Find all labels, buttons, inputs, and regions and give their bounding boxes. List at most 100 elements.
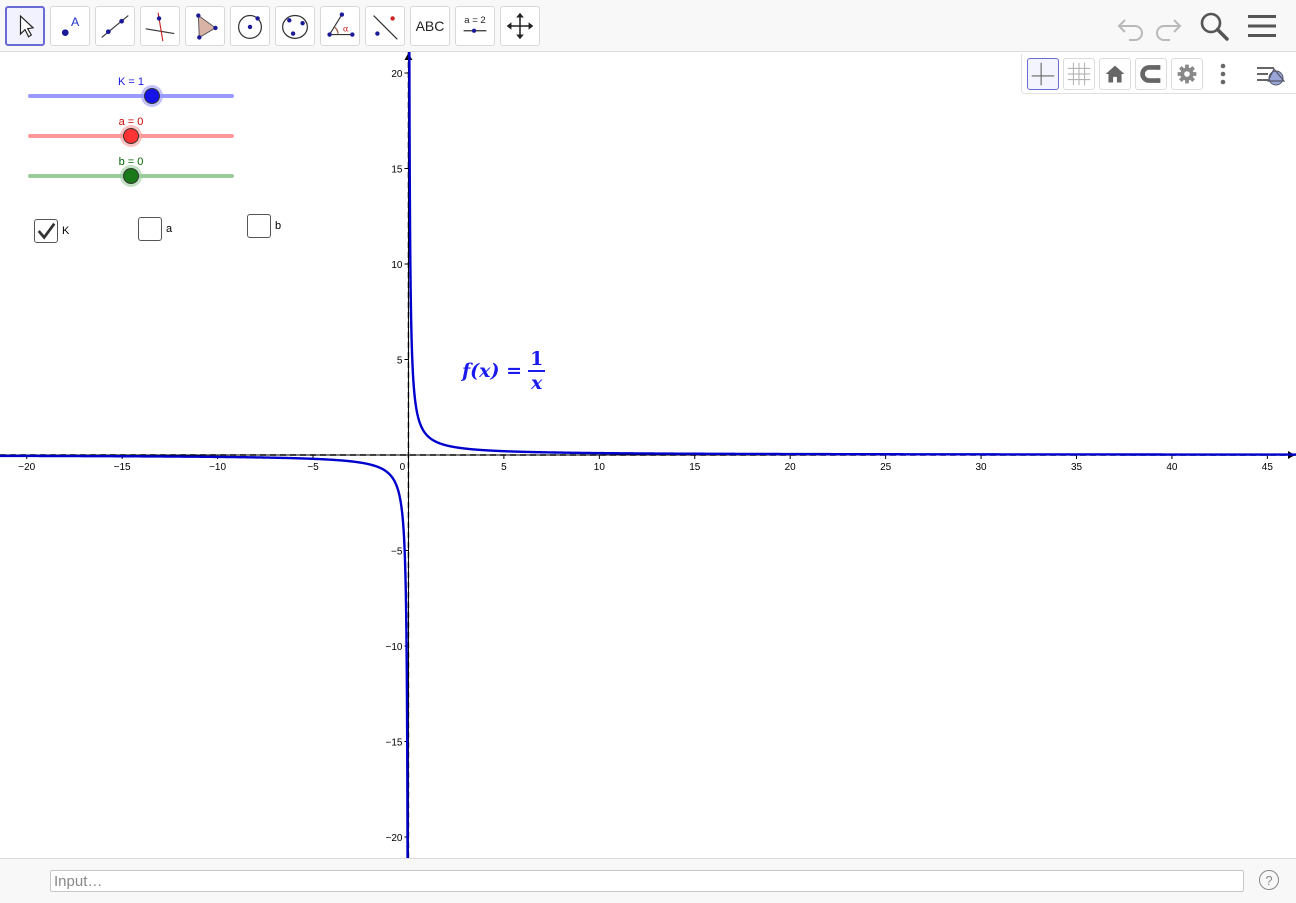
- x-tick-label: 45: [1262, 462, 1274, 473]
- magnet-icon: [1140, 65, 1161, 83]
- formula-denominator: x: [528, 370, 546, 394]
- slider-k-label: K = 1: [118, 76, 144, 88]
- angle-tool-button[interactable]: α: [320, 6, 360, 46]
- x-tick-label: 25: [880, 462, 892, 473]
- more-options-button[interactable]: [1207, 58, 1239, 90]
- text-tool-label: ABC: [415, 18, 445, 34]
- x-tick-label: 20: [785, 462, 797, 473]
- x-tick-label: −15: [114, 462, 131, 473]
- formula-fraction: 1 x: [528, 348, 546, 394]
- input-help-button[interactable]: ?: [1259, 870, 1279, 890]
- input-bar: ?: [0, 858, 1296, 903]
- x-tick-label: 0: [400, 462, 406, 473]
- arrow-cursor-icon: [19, 14, 35, 38]
- polygon-icon: [196, 13, 218, 40]
- graphics-style-bar: [1021, 54, 1296, 94]
- slider-k-track[interactable]: [28, 94, 234, 98]
- checkbox-k[interactable]: K: [34, 219, 69, 243]
- algebra-input-field[interactable]: [50, 870, 1244, 892]
- redo-button[interactable]: [1150, 8, 1186, 44]
- checkbox-b[interactable]: b: [247, 214, 281, 238]
- checkbox-a-label: a: [166, 223, 173, 235]
- search-button[interactable]: [1196, 8, 1232, 44]
- conic-tool-button[interactable]: [275, 6, 315, 46]
- angle-tool-glyph: α: [343, 25, 349, 35]
- checkbox-b-box[interactable]: [247, 214, 271, 238]
- toggle-axes-button[interactable]: [1027, 58, 1059, 90]
- settings-button[interactable]: [1171, 58, 1203, 90]
- x-tick-label: −10: [209, 462, 226, 473]
- standard-view-button[interactable]: [1099, 58, 1131, 90]
- style-toggle-icon: [1257, 67, 1286, 86]
- slider-k-knob[interactable]: [143, 88, 160, 104]
- grid-icon: [1067, 62, 1091, 86]
- undo-icon: [1117, 19, 1143, 41]
- ellipse-icon: [282, 14, 308, 39]
- point-icon: A: [61, 15, 80, 36]
- search-icon: [1200, 12, 1229, 41]
- point-tool-button[interactable]: A: [50, 6, 90, 46]
- x-tick-label: 30: [976, 462, 988, 473]
- main-toolbar: A α ABC a = 2: [0, 0, 1296, 52]
- slider-a[interactable]: a = 0: [28, 116, 234, 156]
- slider-k[interactable]: K = 1: [28, 76, 234, 116]
- x-tick-label: −5: [307, 462, 319, 473]
- graphics-view[interactable]: −20 −15 −10 −5 0 5 10 15 20 25 30 35 40 45 −20 −15 −10 −5…: [0, 52, 1296, 858]
- slider-b[interactable]: b = 0: [28, 156, 234, 196]
- formula-lhs: f(x) =: [462, 360, 523, 382]
- home-icon: [1105, 65, 1125, 83]
- slider-icon: a = 2: [463, 15, 487, 33]
- main-menu-button[interactable]: [1244, 8, 1280, 44]
- angle-icon: α: [327, 12, 355, 37]
- formula-numerator: 1: [530, 348, 544, 370]
- checkbox-k-box[interactable]: [34, 219, 58, 243]
- y-tick-label: 15: [391, 165, 403, 176]
- menu-icon: [1248, 15, 1276, 37]
- slider-b-knob[interactable]: [123, 168, 139, 184]
- x-tick-label: 5: [501, 462, 507, 473]
- checkbox-a[interactable]: a: [138, 217, 172, 241]
- curve-branch-negative: [0, 454, 409, 858]
- curve-branch-positive: [408, 52, 1296, 456]
- y-tick-label: 10: [391, 260, 403, 271]
- y-tick-label: −10: [385, 642, 402, 653]
- axes-icon: [1031, 62, 1055, 86]
- text-tool-button[interactable]: ABC: [410, 6, 450, 46]
- circle-center-point-tool-button[interactable]: [230, 6, 270, 46]
- move-arrows-icon: [506, 12, 534, 40]
- move-graphics-view-tool-button[interactable]: [500, 6, 540, 46]
- point-tool-glyph: A: [71, 15, 80, 29]
- y-tick-label: 5: [397, 356, 403, 367]
- undo-button[interactable]: [1113, 8, 1149, 44]
- checkbox-k-label: K: [62, 225, 70, 237]
- style-bar-toggle-button[interactable]: [1254, 58, 1290, 90]
- y-tick-label: −5: [391, 546, 403, 557]
- x-tick-label: 15: [689, 462, 701, 473]
- move-tool-button[interactable]: [5, 6, 45, 46]
- reflect-icon: [373, 15, 398, 40]
- slider-a-knob[interactable]: [123, 128, 139, 144]
- checkmark-icon: [37, 222, 56, 240]
- y-tick-label: −15: [385, 737, 402, 748]
- perpendicular-icon: [145, 12, 175, 42]
- slider-tool-label: a = 2: [464, 15, 485, 26]
- slider-tool-button[interactable]: a = 2: [455, 6, 495, 46]
- x-tick-label: 35: [1071, 462, 1083, 473]
- x-tick-label: 10: [594, 462, 606, 473]
- point-capturing-button[interactable]: [1135, 58, 1167, 90]
- function-formula-label[interactable]: f(x) = 1 x: [462, 348, 546, 394]
- polygon-tool-button[interactable]: [185, 6, 225, 46]
- perpendicular-line-tool-button[interactable]: [140, 6, 180, 46]
- more-vert-icon: [1220, 63, 1226, 85]
- toggle-grid-button[interactable]: [1063, 58, 1095, 90]
- circle-center-icon: [237, 14, 263, 39]
- gear-icon: [1177, 64, 1197, 84]
- checkbox-a-box[interactable]: [138, 217, 162, 241]
- redo-icon: [1156, 19, 1182, 41]
- reflect-tool-button[interactable]: [365, 6, 405, 46]
- checkbox-b-label: b: [275, 220, 282, 232]
- x-tick-label: 40: [1166, 462, 1178, 473]
- y-tick-label: −20: [385, 833, 402, 844]
- line-icon: [101, 15, 129, 38]
- line-tool-button[interactable]: [95, 6, 135, 46]
